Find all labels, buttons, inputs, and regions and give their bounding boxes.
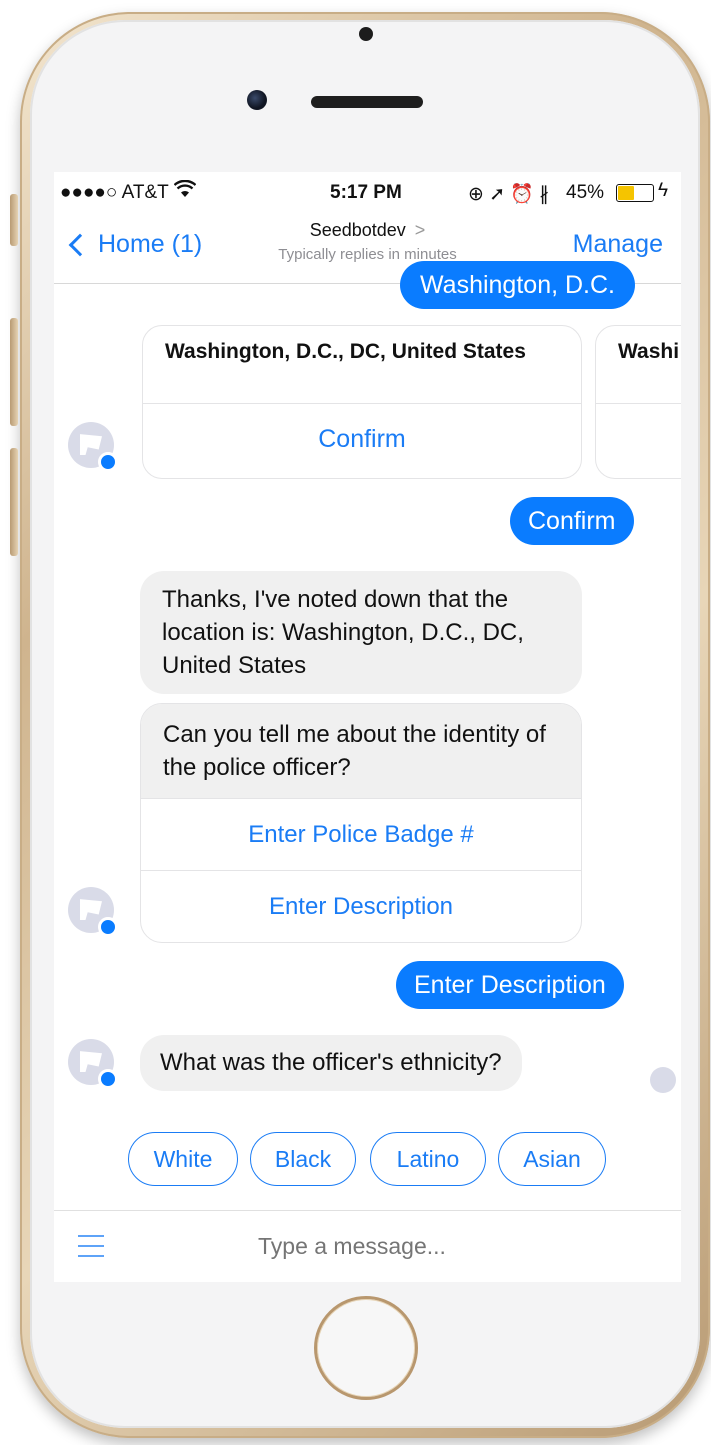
menu-icon[interactable] bbox=[78, 1235, 104, 1257]
clock: 5:17 PM bbox=[330, 182, 402, 203]
flag-icon bbox=[80, 434, 102, 455]
charging-icon: ϟ bbox=[658, 180, 669, 201]
bot-message: What was the officer's ethnicity? bbox=[140, 1035, 522, 1091]
volume-down-button bbox=[10, 448, 18, 556]
home-button[interactable] bbox=[314, 1296, 418, 1400]
seen-indicator-icon bbox=[650, 1067, 676, 1093]
mute-switch bbox=[10, 194, 18, 246]
messenger-badge-icon bbox=[98, 452, 118, 472]
earpiece-speaker bbox=[311, 96, 423, 108]
enter-description-button[interactable]: Enter Description bbox=[141, 870, 581, 942]
outgoing-message: Confirm bbox=[510, 497, 634, 545]
carrier-label: ●●●●○ AT&T bbox=[60, 182, 169, 203]
status-icons: ⊕ ➚ ⏰ ∦ bbox=[468, 184, 549, 205]
message-composer bbox=[54, 1210, 681, 1282]
battery-icon bbox=[616, 184, 654, 202]
identity-question-text: Can you tell me about the identity of th… bbox=[141, 704, 581, 798]
enter-badge-button[interactable]: Enter Police Badge # bbox=[141, 798, 581, 870]
front-camera bbox=[247, 90, 267, 110]
volume-up-button bbox=[10, 318, 18, 426]
quick-reply-latino[interactable]: Latino bbox=[370, 1132, 486, 1186]
quick-reply-white[interactable]: White bbox=[128, 1132, 238, 1186]
location-card-next[interactable]: Washi bbox=[595, 325, 681, 479]
battery-fill bbox=[618, 186, 635, 200]
confirm-location-button[interactable]: Confirm bbox=[143, 404, 581, 474]
quick-reply-black[interactable]: Black bbox=[250, 1132, 356, 1186]
message-list[interactable]: Washington, D.C. Washington, D.C., DC, U… bbox=[54, 261, 681, 1210]
wifi-icon bbox=[173, 179, 197, 204]
messenger-badge-icon bbox=[98, 917, 118, 937]
location-card-title: Washington, D.C., DC, United States bbox=[143, 326, 581, 404]
status-bar: ●●●●○ AT&T 5:17 PM ⊕ ➚ ⏰ ∦ 45% ϟ bbox=[54, 172, 681, 214]
flag-icon bbox=[80, 1051, 102, 1072]
bot-message: Thanks, I've noted down that the locatio… bbox=[140, 571, 582, 694]
outgoing-message: Washington, D.C. bbox=[400, 261, 635, 309]
message-input[interactable] bbox=[258, 1233, 618, 1260]
quick-reply-asian[interactable]: Asian bbox=[498, 1132, 606, 1186]
proximity-sensor bbox=[359, 27, 373, 41]
identity-question-card: Can you tell me about the identity of th… bbox=[140, 703, 582, 943]
bot-name: Seedbotdev bbox=[309, 220, 406, 240]
chevron-right-icon: > bbox=[414, 220, 426, 240]
next-card-title: Washi bbox=[596, 326, 681, 404]
bot-avatar bbox=[68, 422, 118, 472]
bot-avatar bbox=[68, 887, 118, 937]
manage-button[interactable]: Manage bbox=[573, 230, 663, 259]
messenger-badge-icon bbox=[98, 1069, 118, 1089]
outgoing-message: Enter Description bbox=[396, 961, 624, 1009]
flag-icon bbox=[80, 899, 102, 920]
location-card: Washington, D.C., DC, United States Conf… bbox=[142, 325, 582, 479]
phone-screen: ●●●●○ AT&T 5:17 PM ⊕ ➚ ⏰ ∦ 45% ϟ Home (1… bbox=[54, 172, 681, 1282]
bot-avatar bbox=[68, 1039, 118, 1089]
battery-percent: 45% bbox=[566, 182, 605, 203]
